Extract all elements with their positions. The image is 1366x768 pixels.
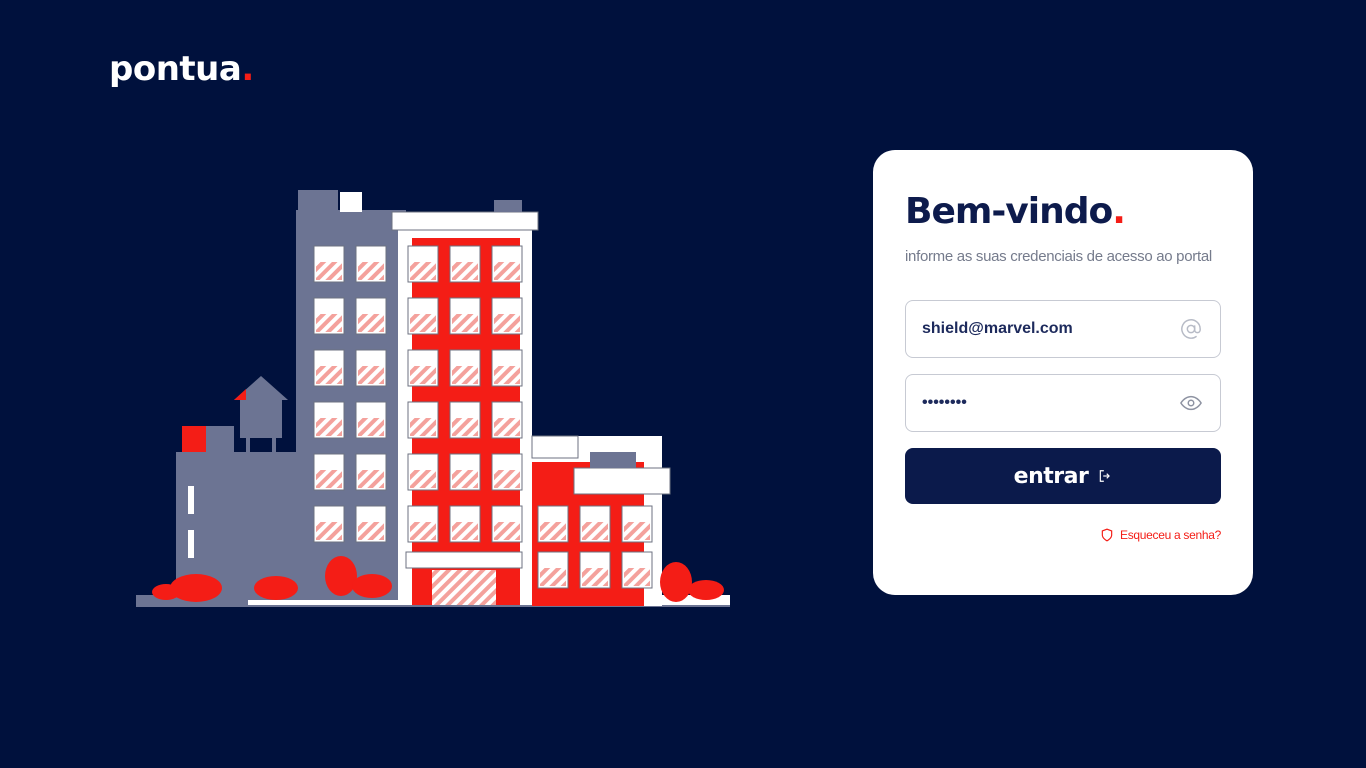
building-illustration <box>136 190 730 607</box>
login-submit-label: entrar <box>1013 463 1089 489</box>
forgot-password-label: Esqueceu a senha? <box>1120 528 1221 542</box>
login-title: Bem-vindo. <box>905 191 1126 232</box>
login-submit-button[interactable]: entrar <box>905 448 1221 504</box>
login-subtitle: informe as suas credenciais de acesso ao… <box>905 248 1212 265</box>
email-field[interactable] <box>905 300 1221 358</box>
brand-logo-dot: . <box>241 49 254 89</box>
shield-icon <box>1101 528 1113 542</box>
email-input[interactable] <box>922 301 1162 357</box>
brand-logo-text: pontua <box>109 49 242 89</box>
forgot-password-link[interactable]: Esqueceu a senha? <box>1100 528 1221 542</box>
at-icon <box>1181 319 1201 339</box>
login-title-dot: . <box>1112 191 1126 232</box>
password-input[interactable] <box>922 375 1162 431</box>
login-title-text: Bem-vindo <box>905 191 1113 232</box>
password-field[interactable] <box>905 374 1221 432</box>
sign-in-icon <box>1100 470 1111 482</box>
brand-logo: pontua. <box>109 52 254 86</box>
login-card: Bem-vindo. informe as suas credenciais d… <box>873 150 1253 595</box>
eye-icon[interactable] <box>1180 392 1202 414</box>
